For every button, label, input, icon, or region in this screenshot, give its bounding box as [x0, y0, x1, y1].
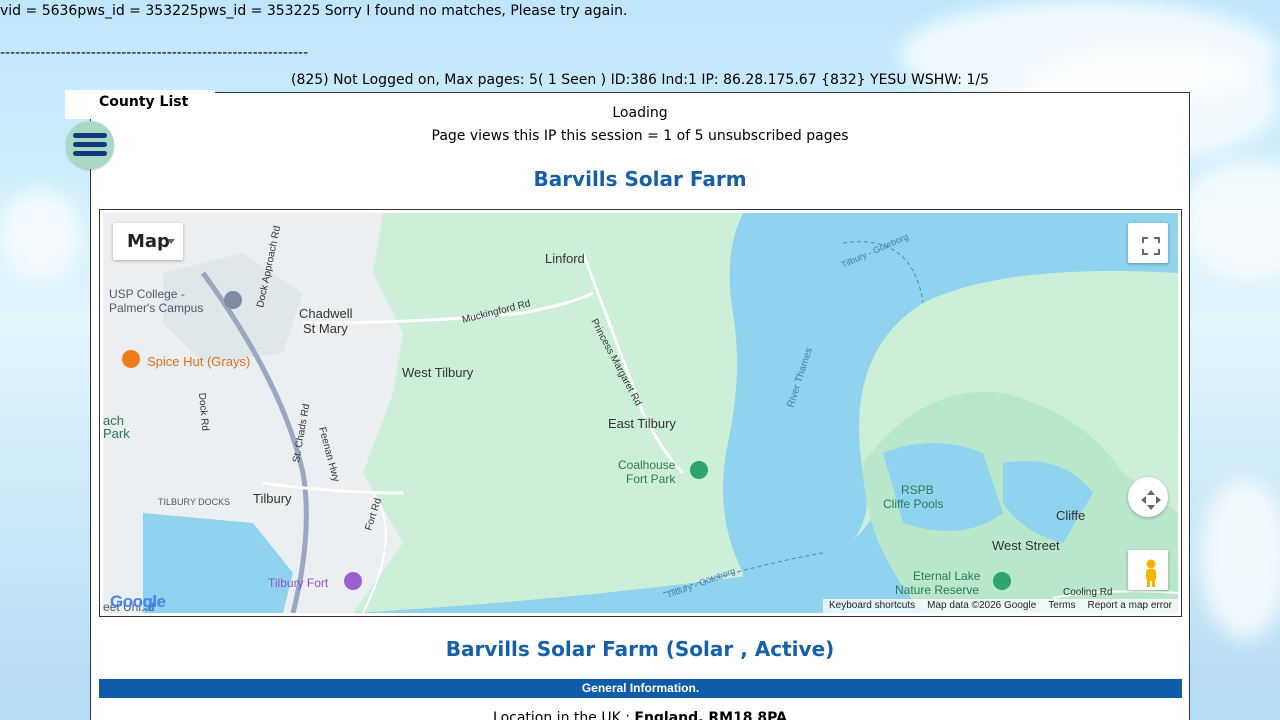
map-container[interactable]: Linford USP College - Palmer's Campus Ch… — [99, 209, 1182, 617]
map-label-tilbury: Tilbury — [253, 491, 292, 506]
map-label-east-tilbury: East Tilbury — [608, 416, 676, 431]
map-label-cliffe: Cliffe — [1056, 508, 1085, 523]
pegman-icon — [1146, 559, 1156, 587]
map-label-nature-reserve: Nature Reserve — [895, 583, 979, 597]
map-label-tilbury-docks: TILBURY DOCKS — [158, 497, 230, 507]
map-canvas[interactable]: Linford USP College - Palmer's Campus Ch… — [103, 213, 1178, 613]
map-label-cooling-rd: Cooling Rd — [1063, 587, 1112, 598]
location-value: England, RM18 8PA — [634, 710, 787, 720]
fullscreen-icon — [1142, 237, 1160, 255]
map-label-eternal-lake: Eternal Lake — [913, 569, 981, 583]
map-label-rspb: RSPB — [901, 483, 934, 497]
session-status-line: (825) Not Logged on, Max pages: 5( 1 See… — [290, 72, 989, 88]
map-label-west-street: West Street — [992, 538, 1060, 553]
map-label-spice-hut: Spice Hut (Grays) — [147, 354, 250, 369]
county-list-tab[interactable]: County List — [65, 90, 215, 119]
dashed-separator: ----------------------------------------… — [0, 45, 309, 61]
camera-control-button[interactable] — [1128, 477, 1168, 517]
terms-link[interactable]: Terms — [1048, 600, 1075, 613]
map-label-palmers: Palmer's Campus — [109, 301, 203, 315]
page-title: Barvills Solar Farm — [533, 167, 747, 191]
page-views-text: Page views this IP this session = 1 of 5… — [431, 128, 849, 144]
map-label-linford: Linford — [545, 251, 585, 266]
map-footer: Keyboard shortcuts Map data ©2026 Google… — [822, 599, 1178, 613]
general-information-bar: General Information. — [99, 679, 1182, 698]
camera-control-icon — [1141, 490, 1161, 510]
street-view-pegman-button[interactable] — [1128, 550, 1168, 590]
map-label-usp-college: USP College - — [109, 287, 185, 301]
keyboard-shortcuts-link[interactable]: Keyboard shortcuts — [829, 600, 915, 613]
loading-text: Loading — [612, 105, 668, 121]
location-label: Location in the UK : — [493, 710, 635, 720]
caret-down-icon — [167, 239, 175, 244]
main-panel: Loading Page views this IP this session … — [90, 92, 1190, 720]
hamburger-menu-icon[interactable] — [66, 121, 114, 169]
map-label-tilbury-fort: Tilbury Fort — [268, 576, 329, 590]
report-map-error-link[interactable]: Report a map error — [1088, 600, 1172, 613]
fullscreen-button[interactable] — [1128, 223, 1168, 263]
google-logo: Google — [110, 592, 166, 611]
map-label-park: Park — [103, 426, 130, 441]
map-data-attribution: Map data ©2026 Google — [927, 600, 1037, 611]
map-label-chadwell: Chadwell — [299, 306, 353, 321]
debug-message: vid = 5636pws_id = 353225pws_id = 353225… — [0, 3, 628, 19]
map-type-dropdown[interactable]: Map — [113, 223, 183, 260]
location-row: Location in the UK : England, RM18 8PA — [91, 710, 1189, 720]
map-label-st-mary: St Mary — [303, 321, 348, 336]
map-label-fort-park: Fort Park — [626, 472, 676, 486]
map-label-coalhouse: Coalhouse — [618, 458, 676, 472]
farm-heading: Barvills Solar Farm (Solar , Active) — [445, 637, 835, 661]
map-label-west-tilbury: West Tilbury — [402, 365, 474, 380]
map-label-cliffe-pools: Cliffe Pools — [883, 497, 943, 511]
